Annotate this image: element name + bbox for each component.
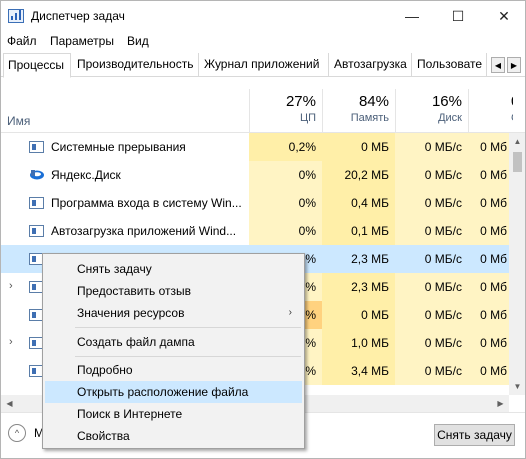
tab-performance[interactable]: Производительность bbox=[73, 53, 199, 77]
ctx-resource-values[interactable]: Значения ресурсов › bbox=[45, 302, 302, 324]
column-disk[interactable]: 16% Диск bbox=[395, 89, 468, 133]
disk-cell: 0 МБ/с bbox=[395, 329, 468, 357]
tab-scroll-right[interactable]: ▶ bbox=[507, 57, 521, 73]
end-task-button[interactable]: Снять задачу bbox=[434, 424, 515, 446]
window-title: Диспетчер задач bbox=[31, 9, 125, 23]
network-cell: 0 Мб bbox=[468, 161, 513, 189]
network-cell: 0 Мб bbox=[468, 189, 513, 217]
ctx-search-online[interactable]: Поиск в Интернете bbox=[45, 403, 302, 425]
network-cell: 0 Мб bbox=[468, 301, 513, 329]
ctx-end-task[interactable]: Снять задачу bbox=[45, 258, 302, 280]
tab-processes[interactable]: Процессы bbox=[3, 53, 71, 78]
memory-cell: 3,4 МБ bbox=[322, 357, 395, 385]
memory-cell: 2,3 МБ bbox=[322, 273, 395, 301]
task-manager-window: Диспетчер задач — ☐ ✕ Файл Параметры Вид… bbox=[0, 0, 526, 459]
disk-cell: 0 МБ/с bbox=[395, 217, 468, 245]
tab-startup[interactable]: Автозагрузка bbox=[330, 53, 412, 77]
memory-cell: 0 МБ bbox=[322, 133, 395, 161]
process-name: Автозагрузка приложений Wind... bbox=[51, 224, 237, 238]
cpu-total: 27% bbox=[285, 93, 316, 110]
window-icon bbox=[29, 197, 44, 209]
tab-app-history[interactable]: Журнал приложений bbox=[200, 53, 329, 77]
table-row[interactable]: Программа входа в систему Win... 0% 0,4 МБ… bbox=[1, 189, 513, 217]
close-button[interactable]: ✕ bbox=[481, 1, 525, 31]
disk-total: 16% bbox=[431, 93, 462, 110]
column-header: Имя 27% ЦП 84% Память 16% Диск 0% Сеть bbox=[1, 89, 525, 133]
scroll-up-arrow-icon[interactable]: ▲ bbox=[509, 133, 525, 150]
cpu-cell: 0% bbox=[249, 161, 322, 189]
expand-arrow-icon[interactable]: › bbox=[9, 336, 13, 348]
ctx-properties[interactable]: Свойства bbox=[45, 425, 302, 447]
tab-scroll-left[interactable]: ◀ bbox=[491, 57, 505, 73]
disk-cell: 0 МБ/с bbox=[395, 133, 468, 161]
network-cell: 0 Мб bbox=[468, 133, 513, 161]
disk-cell: 0 МБ/с bbox=[424, 252, 462, 266]
ctx-resource-values-label: Значения ресурсов bbox=[77, 306, 185, 320]
cpu-cell: 0% bbox=[249, 217, 322, 245]
disk-cell: 0 МБ/с bbox=[395, 357, 468, 385]
network-cell: 0 Мб bbox=[468, 357, 513, 385]
network-label: Сеть bbox=[511, 112, 513, 124]
window-icon bbox=[29, 141, 44, 153]
ctx-open-file-location[interactable]: Открыть расположение файла bbox=[45, 381, 302, 403]
ctx-details[interactable]: Подробно bbox=[45, 359, 302, 381]
process-name: Системные прерывания bbox=[51, 140, 186, 154]
network-cell: 0 Мб bbox=[468, 273, 513, 301]
table-row[interactable]: Системные прерывания 0,2% 0 МБ 0 МБ/с 0 Мб bbox=[1, 133, 513, 161]
column-network[interactable]: 0% Сеть bbox=[468, 89, 513, 133]
disk-cell: 0 МБ/с bbox=[395, 189, 468, 217]
memory-cell: 0 МБ bbox=[322, 301, 395, 329]
table-row[interactable]: Автозагрузка приложений Wind... 0% 0,1 МБ 0… bbox=[1, 217, 513, 245]
vertical-scroll-thumb[interactable] bbox=[513, 152, 522, 172]
window-icon bbox=[29, 225, 44, 237]
cpu-cell: 0,2% bbox=[249, 133, 322, 161]
menu-view[interactable]: Вид bbox=[127, 34, 149, 48]
memory-cell: 1,0 МБ bbox=[322, 329, 395, 357]
network-cell: 0 Мб bbox=[468, 217, 513, 245]
process-name: Яндекс.Диск bbox=[51, 168, 121, 182]
ctx-separator bbox=[75, 356, 301, 357]
memory-cell: 0,4 МБ bbox=[322, 189, 395, 217]
scroll-down-arrow-icon[interactable]: ▼ bbox=[509, 378, 525, 395]
ctx-separator bbox=[75, 327, 301, 328]
tab-bar: Процессы Производительность Журнал прило… bbox=[1, 53, 525, 78]
scroll-left-arrow-icon[interactable]: ◀ bbox=[1, 395, 18, 412]
memory-cell: 2,3 МБ bbox=[351, 252, 389, 266]
memory-cell: 0,1 МБ bbox=[322, 217, 395, 245]
context-menu: Снять задачу Предоставить отзыв Значения… bbox=[42, 253, 305, 449]
column-name[interactable]: Имя bbox=[7, 114, 30, 128]
menu-options[interactable]: Параметры bbox=[50, 34, 114, 48]
memory-label: Память bbox=[350, 112, 389, 124]
network-total: 0% bbox=[511, 93, 513, 110]
cpu-cell: 0% bbox=[249, 189, 322, 217]
menu-file[interactable]: Файл bbox=[7, 34, 37, 48]
table-row[interactable]: Яндекс.Диск 0% 20,2 МБ 0 МБ/с 0 Мб bbox=[1, 161, 513, 189]
minimize-button[interactable]: — bbox=[389, 1, 435, 31]
task-manager-icon bbox=[8, 9, 24, 23]
disk-cell: 0 МБ/с bbox=[395, 273, 468, 301]
cpu-label: ЦП bbox=[299, 112, 316, 124]
vertical-scrollbar[interactable]: ▲ ▼ bbox=[509, 133, 525, 395]
scroll-right-arrow-icon[interactable]: ▶ bbox=[492, 395, 509, 412]
submenu-arrow-icon: › bbox=[288, 307, 292, 318]
memory-total: 84% bbox=[358, 93, 389, 110]
column-memory[interactable]: 84% Память bbox=[322, 89, 395, 133]
expand-arrow-icon[interactable]: › bbox=[9, 280, 13, 292]
memory-cell: 20,2 МБ bbox=[322, 161, 395, 189]
network-cell: 0 Мб bbox=[480, 252, 507, 266]
disk-cell: 0 МБ/с bbox=[395, 301, 468, 329]
tab-users[interactable]: Пользовате bbox=[413, 53, 487, 77]
disk-label: Диск bbox=[438, 112, 462, 124]
collapse-details-icon[interactable]: ^ bbox=[8, 424, 26, 442]
menu-bar: Файл Параметры Вид bbox=[1, 31, 525, 51]
ctx-create-dump[interactable]: Создать файл дампа bbox=[45, 331, 302, 353]
yandex-disk-icon bbox=[29, 168, 45, 182]
maximize-button[interactable]: ☐ bbox=[435, 1, 481, 31]
process-name: Программа входа в систему Win... bbox=[51, 196, 242, 210]
column-cpu[interactable]: 27% ЦП bbox=[249, 89, 322, 133]
network-cell: 0 Мб bbox=[468, 329, 513, 357]
ctx-feedback[interactable]: Предоставить отзыв bbox=[45, 280, 302, 302]
disk-cell: 0 МБ/с bbox=[395, 161, 468, 189]
title-bar: Диспетчер задач — ☐ ✕ bbox=[1, 1, 525, 31]
